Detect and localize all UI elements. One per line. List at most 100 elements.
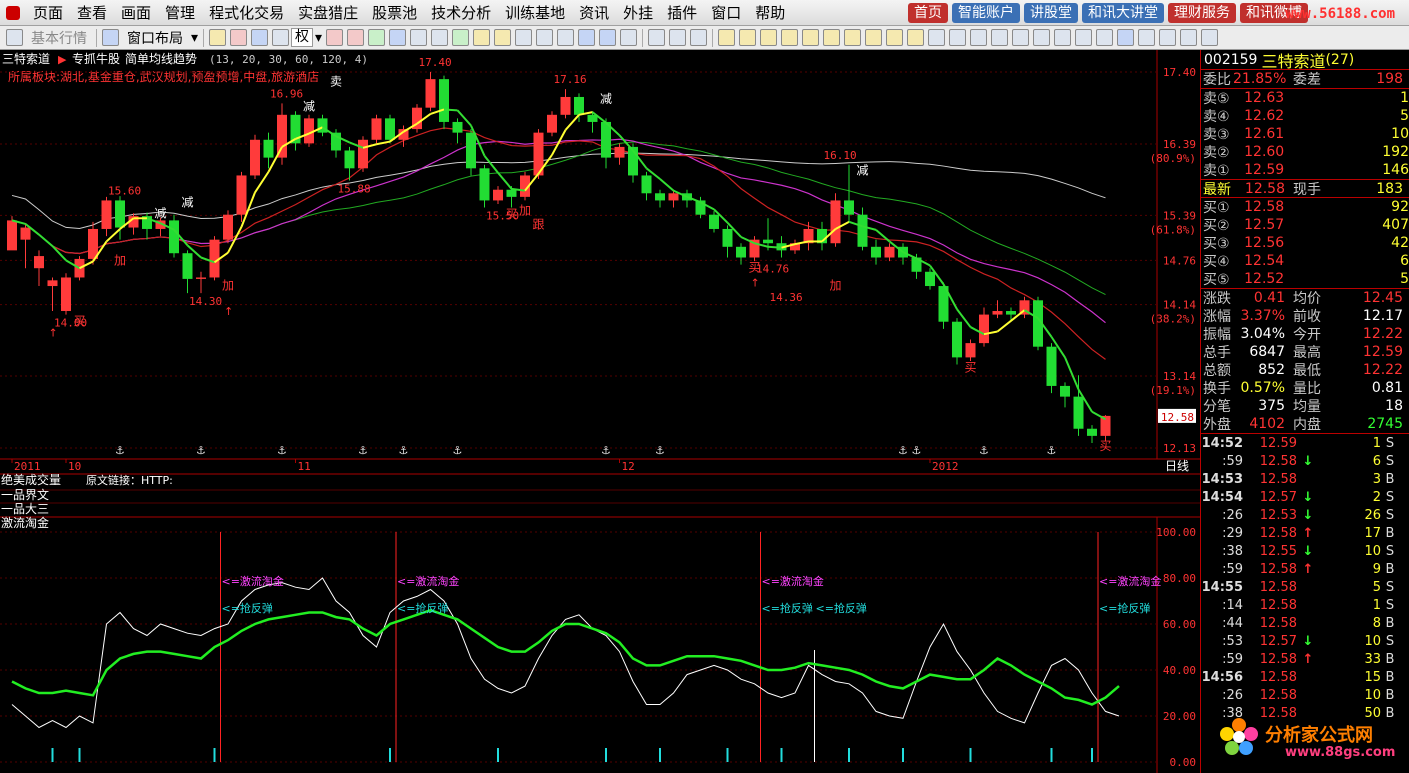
tick-row[interactable]: 14:54 12.57 ↓ 2 S — [1201, 488, 1409, 506]
period-icon[interactable] — [1012, 29, 1030, 46]
layout-icon[interactable] — [102, 29, 119, 46]
tick-row[interactable]: 14:53 12.58 3 B — [1201, 470, 1409, 488]
period-icon[interactable] — [865, 29, 883, 46]
table-icon[interactable] — [515, 29, 533, 46]
chart-type-icon[interactable] — [230, 29, 248, 46]
anchor-icon[interactable]: ⚓ — [601, 444, 611, 457]
folder-icon[interactable] — [209, 29, 227, 46]
period-icon[interactable] — [886, 29, 904, 46]
period-icon[interactable] — [1096, 29, 1114, 46]
menu-item-11[interactable]: 插件 — [660, 0, 704, 26]
anchor-icon[interactable]: ⚓ — [358, 444, 368, 457]
dropdown-icon[interactable]: ▾ — [189, 30, 200, 46]
period-icon[interactable] — [823, 29, 841, 46]
menu-item-13[interactable]: 帮助 — [748, 0, 792, 26]
period-icon[interactable] — [991, 29, 1009, 46]
document-icon[interactable] — [410, 29, 428, 46]
table-icon[interactable] — [536, 29, 554, 46]
period-icon[interactable] — [949, 29, 967, 46]
dropdown-icon[interactable]: ▾ — [313, 30, 324, 46]
window-layout-button[interactable]: 窗口布局 — [121, 28, 189, 48]
period-icon[interactable] — [802, 29, 820, 46]
line-tool-icon[interactable] — [1180, 29, 1198, 46]
tick-row[interactable]: :59 12.58 ↑ 33 B — [1201, 650, 1409, 668]
chart-panel[interactable]: 三特索道 ▶ 专抓牛股 简单均线趋势 (13, 20, 30, 60, 120,… — [0, 50, 1200, 773]
quan-selector[interactable]: 权 — [291, 28, 314, 47]
anchor-icon[interactable]: ⚓ — [655, 444, 665, 457]
tick-row[interactable]: :14 12.58 1 S — [1201, 596, 1409, 614]
period-icon[interactable] — [844, 29, 862, 46]
menu-item-10[interactable]: 外挂 — [616, 0, 660, 26]
line-chart-icon[interactable] — [557, 29, 575, 46]
line-tool-icon[interactable] — [1201, 29, 1219, 46]
tick-row[interactable]: :53 12.57 ↓ 10 S — [1201, 632, 1409, 650]
anchor-icon[interactable]: ⚓ — [277, 444, 287, 457]
window-icon[interactable] — [272, 29, 290, 46]
anchor-icon[interactable]: ⚓ — [453, 444, 463, 457]
play-icon[interactable]: ▶ — [58, 53, 67, 66]
menu-item-0[interactable]: 页面 — [26, 0, 70, 26]
tick-row[interactable]: :26 12.58 10 B — [1201, 686, 1409, 704]
period-icon[interactable] — [1033, 29, 1051, 46]
menu-link-2[interactable]: 讲股堂 — [1024, 3, 1078, 23]
tick-row[interactable]: :26 12.53 ↓ 26 S — [1201, 506, 1409, 524]
anchor-icon[interactable]: ⚓ — [115, 444, 125, 457]
menu-item-9[interactable]: 资讯 — [572, 0, 616, 26]
pencil-icon[interactable] — [452, 29, 470, 46]
move-icon[interactable] — [251, 29, 269, 46]
tick-row[interactable]: :59 12.58 ↓ 6 S — [1201, 452, 1409, 470]
menu-item-3[interactable]: 管理 — [158, 0, 202, 26]
tick-row[interactable]: 14:55 12.58 5 S — [1201, 578, 1409, 596]
anchor-icon[interactable]: ⚓ — [979, 444, 989, 457]
alarm-icon[interactable] — [473, 29, 491, 46]
menu-item-12[interactable]: 窗口 — [704, 0, 748, 26]
menu-item-5[interactable]: 实盘猎庄 — [291, 0, 365, 26]
anchor-icon[interactable]: ⚓ — [196, 444, 206, 457]
tick-row[interactable]: :29 12.58 ↑ 17 B — [1201, 524, 1409, 542]
menu-item-8[interactable]: 训练基地 — [498, 0, 572, 26]
line-chart-icon[interactable] — [578, 29, 596, 46]
period-label[interactable]: 日线 — [1165, 459, 1189, 473]
anchor-icon[interactable]: ⚓ — [912, 444, 922, 457]
line-tool-icon[interactable] — [1159, 29, 1177, 46]
period-icon[interactable] — [739, 29, 757, 46]
indicator-icon[interactable] — [347, 29, 365, 46]
image-icon[interactable] — [620, 29, 638, 46]
tick-row[interactable]: 14:52 12.59 1 S — [1201, 434, 1409, 452]
menu-item-7[interactable]: 技术分析 — [424, 0, 498, 26]
ratio-icon[interactable] — [368, 29, 386, 46]
copy-icon[interactable] — [389, 29, 407, 46]
tick-row[interactable]: :59 12.58 ↑ 9 B — [1201, 560, 1409, 578]
tick-list[interactable]: 14:52 12.59 1 S:59 12.58 ↓ 6 S 14:53 12.58 3 B 14:54… — [1201, 433, 1409, 722]
draw-tool-icon[interactable] — [1117, 29, 1135, 46]
menu-link-1[interactable]: 智能账户 — [952, 3, 1020, 23]
anchor-icon[interactable]: ⚓ — [898, 444, 908, 457]
document-icon[interactable] — [431, 29, 449, 46]
period-icon[interactable] — [760, 29, 778, 46]
period-icon[interactable] — [1075, 29, 1093, 46]
indicator-icon[interactable] — [326, 29, 344, 46]
menu-link-0[interactable]: 首页 — [908, 3, 948, 23]
bar-chart-icon[interactable] — [690, 29, 708, 46]
grid-icon[interactable] — [6, 29, 23, 46]
window-icon[interactable] — [599, 29, 617, 46]
menu-item-6[interactable]: 股票池 — [365, 0, 424, 26]
gear-icon[interactable] — [494, 29, 512, 46]
period-icon[interactable] — [970, 29, 988, 46]
kline-chart[interactable]: 三特索道 ▶ 专抓牛股 简单均线趋势 (13, 20, 30, 60, 120,… — [0, 50, 1200, 773]
bar-chart-icon[interactable] — [648, 29, 666, 46]
basic-quotes-button[interactable]: 基本行情 — [25, 28, 93, 48]
anchor-icon[interactable]: ⚓ — [1047, 444, 1057, 457]
menu-link-4[interactable]: 理财服务 — [1168, 3, 1236, 23]
period-icon[interactable] — [781, 29, 799, 46]
tick-row[interactable]: :44 12.58 8 B — [1201, 614, 1409, 632]
menu-link-3[interactable]: 和讯大讲堂 — [1082, 3, 1164, 23]
bar-chart-icon[interactable] — [669, 29, 687, 46]
tick-row[interactable]: :38 12.55 ↓ 10 S — [1201, 542, 1409, 560]
period-icon[interactable] — [1054, 29, 1072, 46]
tick-row[interactable]: 14:56 12.58 15 B — [1201, 668, 1409, 686]
menu-item-1[interactable]: 查看 — [70, 0, 114, 26]
line-tool-icon[interactable] — [1138, 29, 1156, 46]
anchor-icon[interactable]: ⚓ — [399, 444, 409, 457]
period-icon[interactable] — [907, 29, 925, 46]
